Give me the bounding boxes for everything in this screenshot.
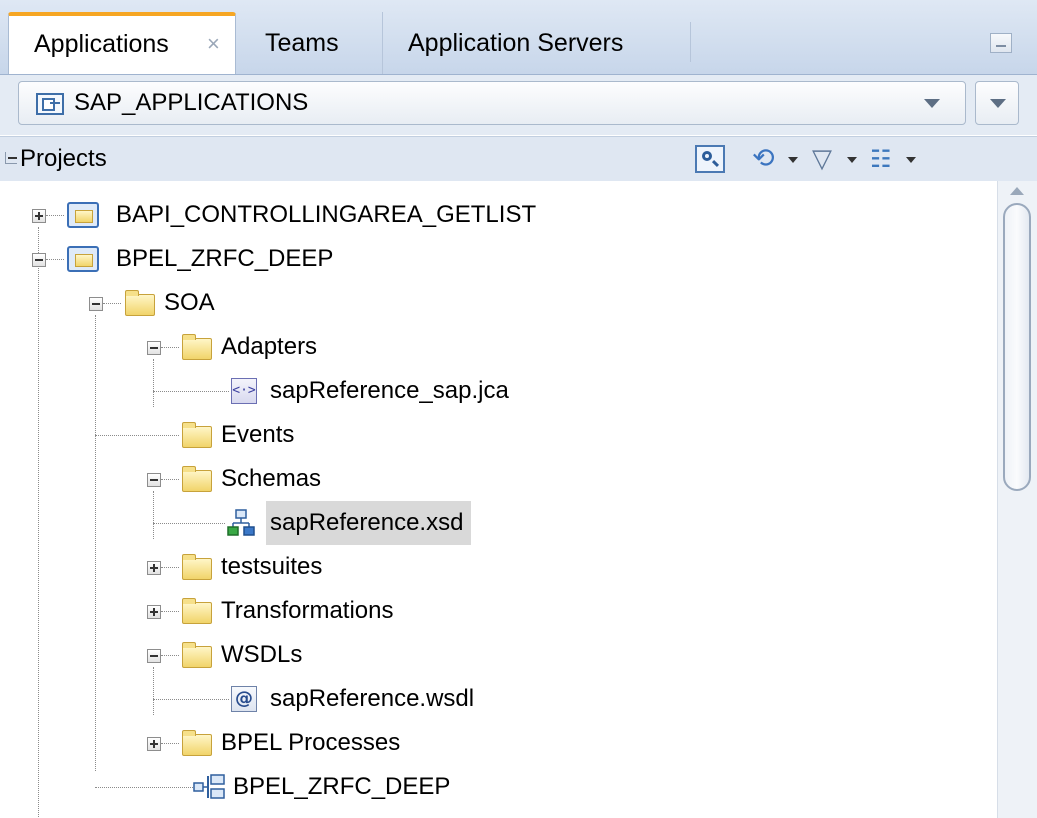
tree-node-project[interactable]: BUGTestDynamicIdocAfterModification [0, 809, 700, 818]
collapse-icon[interactable] [147, 649, 161, 663]
project-tree: BAPI_CONTROLLINGAREA_GETLIST BPEL_ZRFC_D… [0, 181, 997, 818]
tab-divider [690, 22, 691, 62]
composite-icon [193, 774, 225, 799]
tree-node-label: BAPI_CONTROLLINGAREA_GETLIST [116, 201, 537, 228]
tab-teams[interactable]: Teams [240, 12, 380, 74]
vertical-scrollbar[interactable] [997, 181, 1037, 818]
project-icon [67, 246, 99, 272]
tree-node-folder[interactable]: Transformations [0, 589, 700, 633]
jca-file-icon: <·> [231, 378, 257, 404]
tree-node-file[interactable]: <·> sapReference_sap.jca [0, 369, 700, 413]
expand-icon[interactable] [147, 605, 161, 619]
scrollbar-thumb[interactable] [1003, 203, 1031, 491]
tree-node-folder[interactable]: WSDLs [0, 633, 700, 677]
folder-icon [182, 422, 212, 448]
tree-node-label: sapReference.xsd [266, 501, 472, 545]
tree-node-label: testsuites [221, 553, 323, 580]
projects-header: Projects ⟲ ▽ ☷ [0, 136, 1037, 182]
tree-node-label: SOA [164, 289, 215, 316]
filter-icon[interactable]: ▽ [812, 145, 846, 173]
folder-icon [182, 334, 212, 360]
tree-node-project[interactable]: BAPI_CONTROLLINGAREA_GETLIST [0, 193, 700, 237]
tree-node-label: Adapters [221, 333, 318, 360]
tab-applications[interactable]: Applications × [8, 12, 236, 74]
tab-teams-label: Teams [265, 29, 339, 57]
application-navigator-panel: Applications × Teams Application Servers… [0, 0, 1037, 818]
minimize-icon[interactable] [990, 33, 1012, 53]
tree-node-label: BPEL_ZRFC_DEEP [233, 773, 451, 800]
tree-node-folder[interactable]: Events [0, 413, 700, 457]
application-icon [36, 93, 64, 115]
tree-node-file[interactable]: sapReference.xsd [0, 501, 700, 545]
folder-icon [182, 730, 212, 756]
folder-icon [182, 466, 212, 492]
folder-icon [182, 554, 212, 580]
project-icon [67, 202, 99, 228]
tree-node-label: BPEL_ZRFC_DEEP [116, 245, 334, 272]
tree-node-project[interactable]: BPEL_ZRFC_DEEP [0, 237, 700, 281]
find-icon[interactable] [695, 145, 725, 173]
tree-node-folder[interactable]: SOA [0, 281, 700, 325]
filter-dropdown-icon[interactable] [847, 157, 857, 163]
collapse-panel-icon[interactable] [5, 152, 17, 164]
projects-header-label: Projects [20, 145, 107, 172]
tree-node-label: Schemas [221, 465, 322, 492]
application-combobox[interactable]: SAP_APPLICATIONS [18, 81, 966, 125]
tree-node-label: BUGTestDynamicIdocAfterModification [112, 809, 537, 818]
collapse-icon[interactable] [147, 473, 161, 487]
expand-icon[interactable] [32, 209, 46, 223]
tree-node-file[interactable]: BPEL_ZRFC_DEEP [0, 765, 700, 809]
tree-node-folder[interactable]: Schemas [0, 457, 700, 501]
tree-node-label: BPEL Processes [221, 729, 401, 756]
application-combobox-value: SAP_APPLICATIONS [74, 89, 309, 116]
wsdl-file-icon: @ [231, 686, 257, 712]
tab-application-servers-label: Application Servers [408, 29, 624, 57]
collapse-icon[interactable] [32, 253, 46, 267]
tree-node-folder[interactable]: testsuites [0, 545, 700, 589]
tree-node-label: WSDLs [221, 641, 303, 668]
tree-options-dropdown-icon[interactable] [906, 157, 916, 163]
expand-icon[interactable] [147, 737, 161, 751]
tree-node-label: sapReference.wsdl [270, 685, 475, 712]
chevron-down-icon [924, 99, 940, 108]
tree-node-label: Transformations [221, 597, 394, 624]
close-icon[interactable]: × [207, 16, 220, 72]
folder-icon [182, 598, 212, 624]
collapse-icon[interactable] [147, 341, 161, 355]
expand-icon[interactable] [147, 561, 161, 575]
tab-applications-label: Applications [34, 30, 169, 58]
tree-node-label: Events [221, 421, 295, 448]
xsd-schema-icon [227, 509, 255, 536]
sync-dropdown-icon[interactable] [788, 157, 798, 163]
application-menu-button[interactable] [975, 81, 1019, 125]
tree-node-file[interactable]: @ sapReference.wsdl [0, 677, 700, 721]
folder-icon [182, 642, 212, 668]
tree-node-folder[interactable]: BPEL Processes [0, 721, 700, 765]
scroll-up-icon[interactable] [1010, 187, 1024, 195]
navigator-tab-strip: Applications × Teams Application Servers [0, 0, 1037, 75]
tree-node-folder[interactable]: Adapters [0, 325, 700, 369]
tab-application-servers[interactable]: Application Servers [382, 12, 690, 74]
sync-icon[interactable]: ⟲ [752, 145, 786, 173]
tree-node-label: sapReference_sap.jca [270, 377, 509, 404]
application-selector-row: SAP_APPLICATIONS [0, 75, 1037, 135]
tree-options-icon[interactable]: ☷ [870, 145, 904, 173]
folder-icon [125, 290, 155, 316]
collapse-icon[interactable] [89, 297, 103, 311]
